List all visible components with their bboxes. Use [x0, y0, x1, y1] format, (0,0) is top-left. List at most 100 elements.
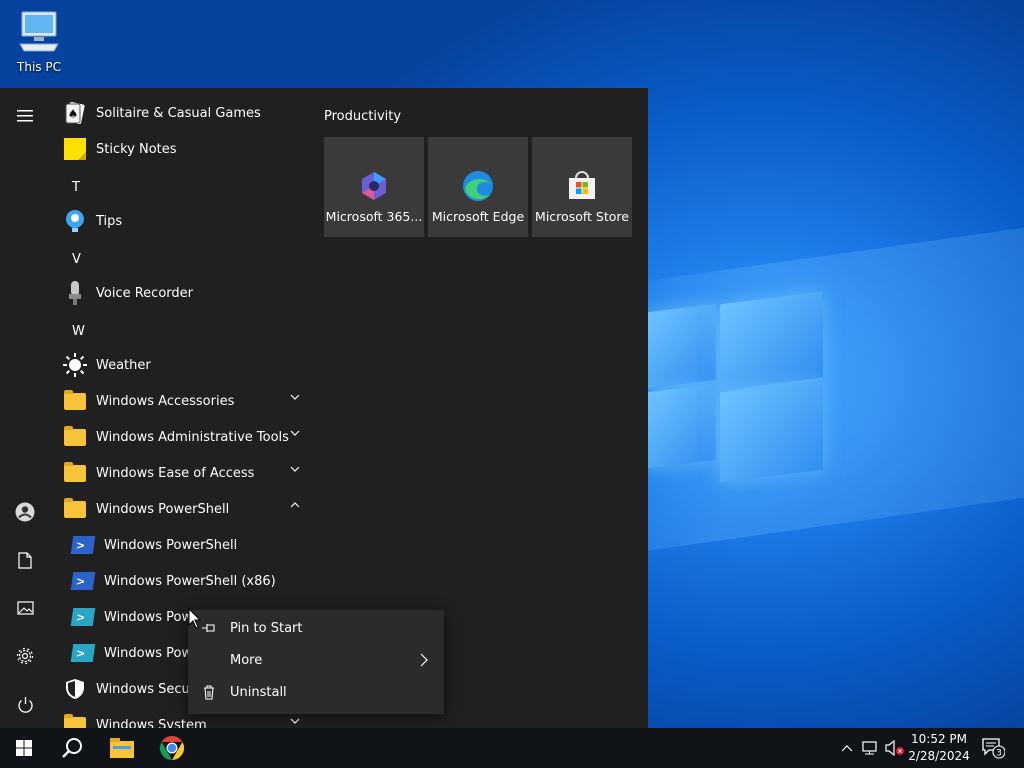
shield-icon: [63, 677, 87, 701]
app-label: Sticky Notes: [96, 141, 177, 157]
chevron-up-icon: [841, 744, 853, 751]
hamburger-menu-button[interactable]: [0, 96, 50, 136]
app-label: Windows Accessories: [96, 393, 235, 409]
action-center-button[interactable]: 3: [980, 728, 1006, 768]
chevron-up-icon: [290, 502, 300, 508]
app-sticky-notes[interactable]: Sticky Notes: [50, 131, 312, 167]
app-label: Windows System: [96, 717, 207, 729]
app-label: Tips: [96, 213, 123, 229]
context-pin-to-start[interactable]: Pin to Start: [188, 612, 444, 644]
tile-microsoft-store[interactable]: Microsoft Store: [532, 137, 632, 237]
app-tips[interactable]: Tips: [50, 203, 312, 239]
app-label: Windows Ease of Access: [96, 465, 255, 481]
file-explorer-button[interactable]: [98, 728, 146, 768]
microsoft-365-icon: [362, 172, 386, 200]
app-label: Voice Recorder: [96, 285, 193, 301]
user-account-icon: [15, 502, 35, 522]
folder-icon: [64, 461, 86, 482]
app-label: Solitaire & Casual Games: [96, 105, 261, 121]
microphone-icon: [63, 281, 87, 305]
notification-count: 3: [996, 749, 1002, 759]
windows-start-icon: [16, 740, 32, 756]
chevron-down-icon: [290, 718, 300, 724]
app-solitaire[interactable]: ♠ Solitaire & Casual Games: [50, 95, 312, 131]
show-hidden-icons-button[interactable]: [838, 728, 856, 768]
pictures-button[interactable]: [0, 588, 50, 628]
chevron-down-icon: [290, 466, 300, 472]
letter-header-w[interactable]: W: [72, 324, 85, 339]
desktop-icon-label: This PC: [17, 60, 61, 74]
settings-button[interactable]: [0, 636, 50, 676]
tile-microsoft-edge[interactable]: Microsoft Edge: [428, 137, 528, 237]
user-account-button[interactable]: [0, 492, 50, 532]
powershell-icon: >: [70, 572, 96, 590]
powershell-ise-icon: >: [70, 608, 96, 626]
settings-icon: [16, 647, 34, 665]
context-more[interactable]: More: [188, 644, 444, 676]
documents-icon: [18, 551, 32, 569]
trash-icon: [204, 684, 214, 700]
folder-windows-powershell[interactable]: Windows PowerShell: [50, 491, 312, 527]
documents-button[interactable]: [0, 540, 50, 580]
context-menu: Pin to Start More Uninstall: [188, 610, 444, 714]
powershell-ise-icon: >: [70, 644, 96, 662]
app-label: Windows Powe: [104, 609, 201, 625]
notifications-icon: 3: [982, 738, 1005, 759]
folder-windows-accessories[interactable]: Windows Accessories: [50, 383, 312, 419]
chevron-right-icon: [420, 653, 428, 667]
chevron-down-icon: [290, 394, 300, 400]
taskbar: 10:52 PM 2/28/2024 3: [0, 728, 1024, 768]
powershell-icon: >: [70, 536, 96, 554]
edge-icon: [463, 171, 493, 201]
svg-text:♠: ♠: [68, 107, 79, 121]
search-button[interactable]: [48, 728, 96, 768]
sticky-notes-icon: [63, 137, 87, 161]
app-voice-recorder[interactable]: Voice Recorder: [50, 275, 312, 311]
hamburger-menu-icon: [17, 110, 33, 122]
chrome-button[interactable]: [148, 728, 196, 768]
store-icon: [569, 171, 595, 199]
tile-group-title[interactable]: Productivity: [324, 109, 401, 124]
tile-label: Microsoft Store: [535, 209, 629, 224]
start-menu-rail: [0, 88, 50, 728]
weather-sun-icon: [63, 353, 87, 377]
letter-header-v[interactable]: V: [72, 252, 81, 267]
power-icon: [17, 696, 33, 713]
power-button[interactable]: [0, 684, 50, 724]
clock-time: 10:52 PM: [911, 732, 967, 746]
volume-muted-icon: [885, 740, 904, 756]
solitaire-icon: ♠: [63, 101, 87, 125]
context-uninstall[interactable]: Uninstall: [188, 676, 444, 708]
file-explorer-icon: [110, 738, 134, 758]
pictures-icon: [16, 601, 34, 615]
folder-icon: [64, 497, 86, 518]
folder-windows-ease-of-access[interactable]: Windows Ease of Access: [50, 455, 312, 491]
folder-icon: [64, 713, 86, 728]
pin-icon: [202, 624, 215, 632]
app-label: Windows PowerShell (x86): [104, 573, 276, 589]
app-label: Windows Powe: [104, 645, 201, 661]
network-button[interactable]: [861, 728, 881, 768]
network-icon: [862, 741, 877, 755]
tips-icon: [63, 209, 87, 233]
tile-microsoft-365[interactable]: Microsoft 365...: [324, 137, 424, 237]
wallpaper-windows-logo: [648, 290, 823, 483]
volume-button[interactable]: [884, 728, 906, 768]
app-windows-powershell[interactable]: > Windows PowerShell: [50, 527, 312, 563]
clock[interactable]: 10:52 PM 2/28/2024: [905, 731, 973, 765]
tile-label: Microsoft 365...: [325, 209, 423, 224]
letter-header-t[interactable]: T: [72, 180, 80, 195]
context-item-label: Uninstall: [230, 684, 287, 700]
app-label: Windows Administrative Tools: [96, 429, 289, 445]
app-weather[interactable]: Weather: [50, 347, 312, 383]
folder-windows-administrative-tools[interactable]: Windows Administrative Tools: [50, 419, 312, 455]
app-windows-powershell-x86[interactable]: > Windows PowerShell (x86): [50, 563, 312, 599]
chrome-icon: [160, 736, 184, 760]
desktop-icon-this-pc[interactable]: This PC: [10, 8, 68, 74]
tile-label: Microsoft Edge: [431, 209, 525, 224]
chevron-down-icon: [290, 430, 300, 436]
mouse-cursor-icon: [188, 608, 202, 629]
app-label: Windows PowerShell: [104, 537, 238, 553]
start-button[interactable]: [0, 728, 48, 768]
folder-icon: [64, 425, 86, 446]
